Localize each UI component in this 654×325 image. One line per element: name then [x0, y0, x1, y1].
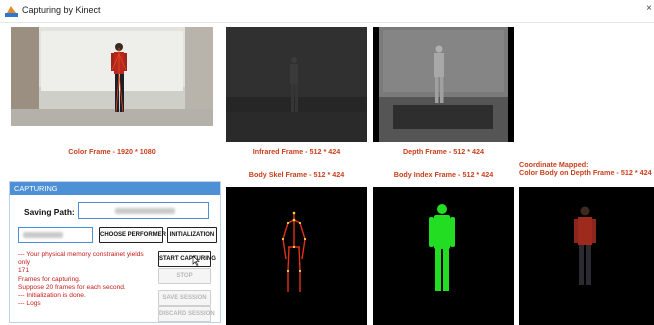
initialization-button[interactable]: INITIALIZATION — [167, 227, 217, 243]
log-line: --- Your physical memory constrainet yie… — [18, 251, 144, 258]
saving-path-input[interactable] — [78, 202, 209, 219]
kinect-app-icon — [5, 6, 18, 17]
log-line: 171 — [18, 267, 30, 275]
title-bar: Capturing by Kinect × — [0, 0, 654, 23]
log-line: --- Initialization is done. — [18, 292, 86, 300]
start-capturing-button[interactable]: START CAPTURING — [158, 251, 216, 267]
mouse-cursor-icon — [192, 256, 200, 266]
mapped-caption-line2: Color Body on Depth Frame - 512 * 424 — [519, 168, 652, 177]
discard-session-button[interactable]: DISCARD SESSION — [158, 306, 215, 322]
body-skel-frame-view — [226, 187, 367, 325]
infrared-frame-view — [226, 27, 367, 142]
capturing-panel-header: CAPTURING — [10, 182, 220, 195]
save-session-button[interactable]: SAVE SESSION — [158, 290, 211, 306]
color-frame-view — [11, 27, 213, 126]
log-line: Suppose 20 frames for each second. — [18, 283, 126, 291]
log-line: Frames for capturing. — [18, 275, 81, 283]
capturing-panel: CAPTURING Saving Path: CHOOSE PERFORMER … — [9, 181, 221, 323]
log-output: --- Your physical memory constrainet yie… — [18, 251, 156, 308]
body-index-caption: Body Index Frame - 512 * 424 — [393, 170, 494, 179]
performer-name-input[interactable] — [18, 227, 93, 243]
body-skel-caption: Body Skel Frame - 512 * 424 — [248, 170, 345, 179]
body-index-frame-view — [373, 187, 514, 325]
log-line: only — [18, 259, 31, 267]
log-line: --- Logs — [18, 300, 41, 308]
color-frame-caption: Color Frame - 1920 * 1080 — [68, 147, 156, 156]
saving-path-label: Saving Path: — [24, 207, 75, 217]
stop-button[interactable]: STOP — [158, 268, 211, 284]
coordinate-mapped-frame-view — [519, 187, 654, 325]
depth-frame-view — [373, 27, 514, 142]
choose-performer-button[interactable]: CHOOSE PERFORMER — [99, 227, 166, 243]
infrared-frame-caption: Infrared Frame - 512 * 424 — [252, 147, 341, 156]
depth-frame-caption: Depth Frame - 512 * 424 — [402, 147, 485, 156]
window-title: Capturing by Kinect — [22, 5, 101, 15]
close-icon[interactable]: × — [646, 3, 652, 14]
